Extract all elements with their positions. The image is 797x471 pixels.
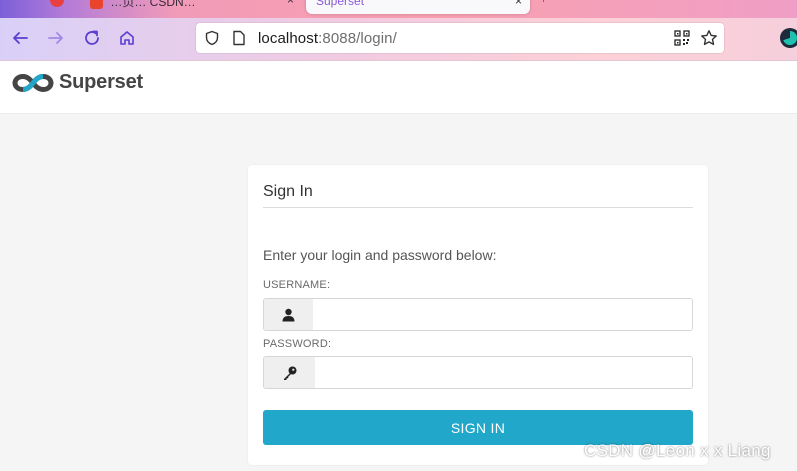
page-icon (233, 30, 245, 46)
divider (263, 207, 693, 208)
close-tab-icon[interactable]: × (515, 0, 522, 8)
key-icon (283, 366, 296, 380)
sign-in-button[interactable]: SIGN IN (263, 410, 693, 445)
password-label: PASSWORD: (263, 338, 332, 350)
home-icon (120, 31, 134, 45)
forward-button[interactable] (44, 26, 68, 50)
browser-tab-label: Superset (316, 0, 365, 8)
reload-button[interactable] (80, 26, 104, 50)
reload-icon (85, 30, 99, 45)
username-input-group (263, 298, 693, 331)
user-icon (282, 308, 295, 321)
password-input-group (263, 356, 693, 389)
login-panel: Sign In Enter your login and password be… (248, 165, 708, 465)
brand-name: Superset (59, 71, 143, 93)
arrow-left-icon (13, 32, 28, 44)
extension-icon[interactable] (780, 28, 797, 48)
browser-tab-label: …页… CSDN… (110, 0, 196, 9)
app-header: Superset (0, 61, 797, 114)
close-tab-icon[interactable]: × (287, 0, 294, 7)
new-tab-button[interactable]: + (540, 0, 560, 10)
shield-icon (205, 30, 219, 46)
home-button[interactable] (115, 26, 139, 50)
csdn-favicon-icon (90, 0, 103, 10)
superset-logo-icon (12, 73, 54, 92)
browser-tab-favicon-icon (50, 0, 64, 7)
bookmark-star-icon[interactable] (700, 29, 718, 47)
browser-tab-bar: …页… CSDN… × Superset × + (0, 0, 797, 18)
browser-toolbar: localhost:8088/login/ (0, 18, 797, 61)
url-host: localhost (258, 30, 319, 47)
qr-code-icon[interactable] (674, 30, 690, 46)
username-label: USERNAME: (263, 279, 331, 291)
login-instructions: Enter your login and password below: (263, 247, 497, 263)
url-path: :8088/login/ (318, 30, 397, 47)
watermark-text: CSDN @Leon x x Liang (584, 441, 771, 460)
arrow-right-icon (48, 32, 63, 44)
username-input[interactable] (313, 299, 692, 330)
brand-logo-link[interactable]: Superset (12, 71, 143, 94)
browser-tab-superset[interactable]: Superset × (306, 0, 530, 14)
url-text[interactable]: localhost:8088/login/ (258, 30, 397, 47)
address-bar[interactable]: localhost:8088/login/ (196, 23, 724, 53)
password-addon (264, 357, 316, 388)
password-input[interactable] (315, 357, 692, 388)
back-button[interactable] (8, 26, 32, 50)
username-addon (264, 299, 314, 330)
panel-title: Sign In (263, 183, 313, 200)
browser-tab-csdn[interactable]: …页… CSDN… × (90, 0, 300, 11)
